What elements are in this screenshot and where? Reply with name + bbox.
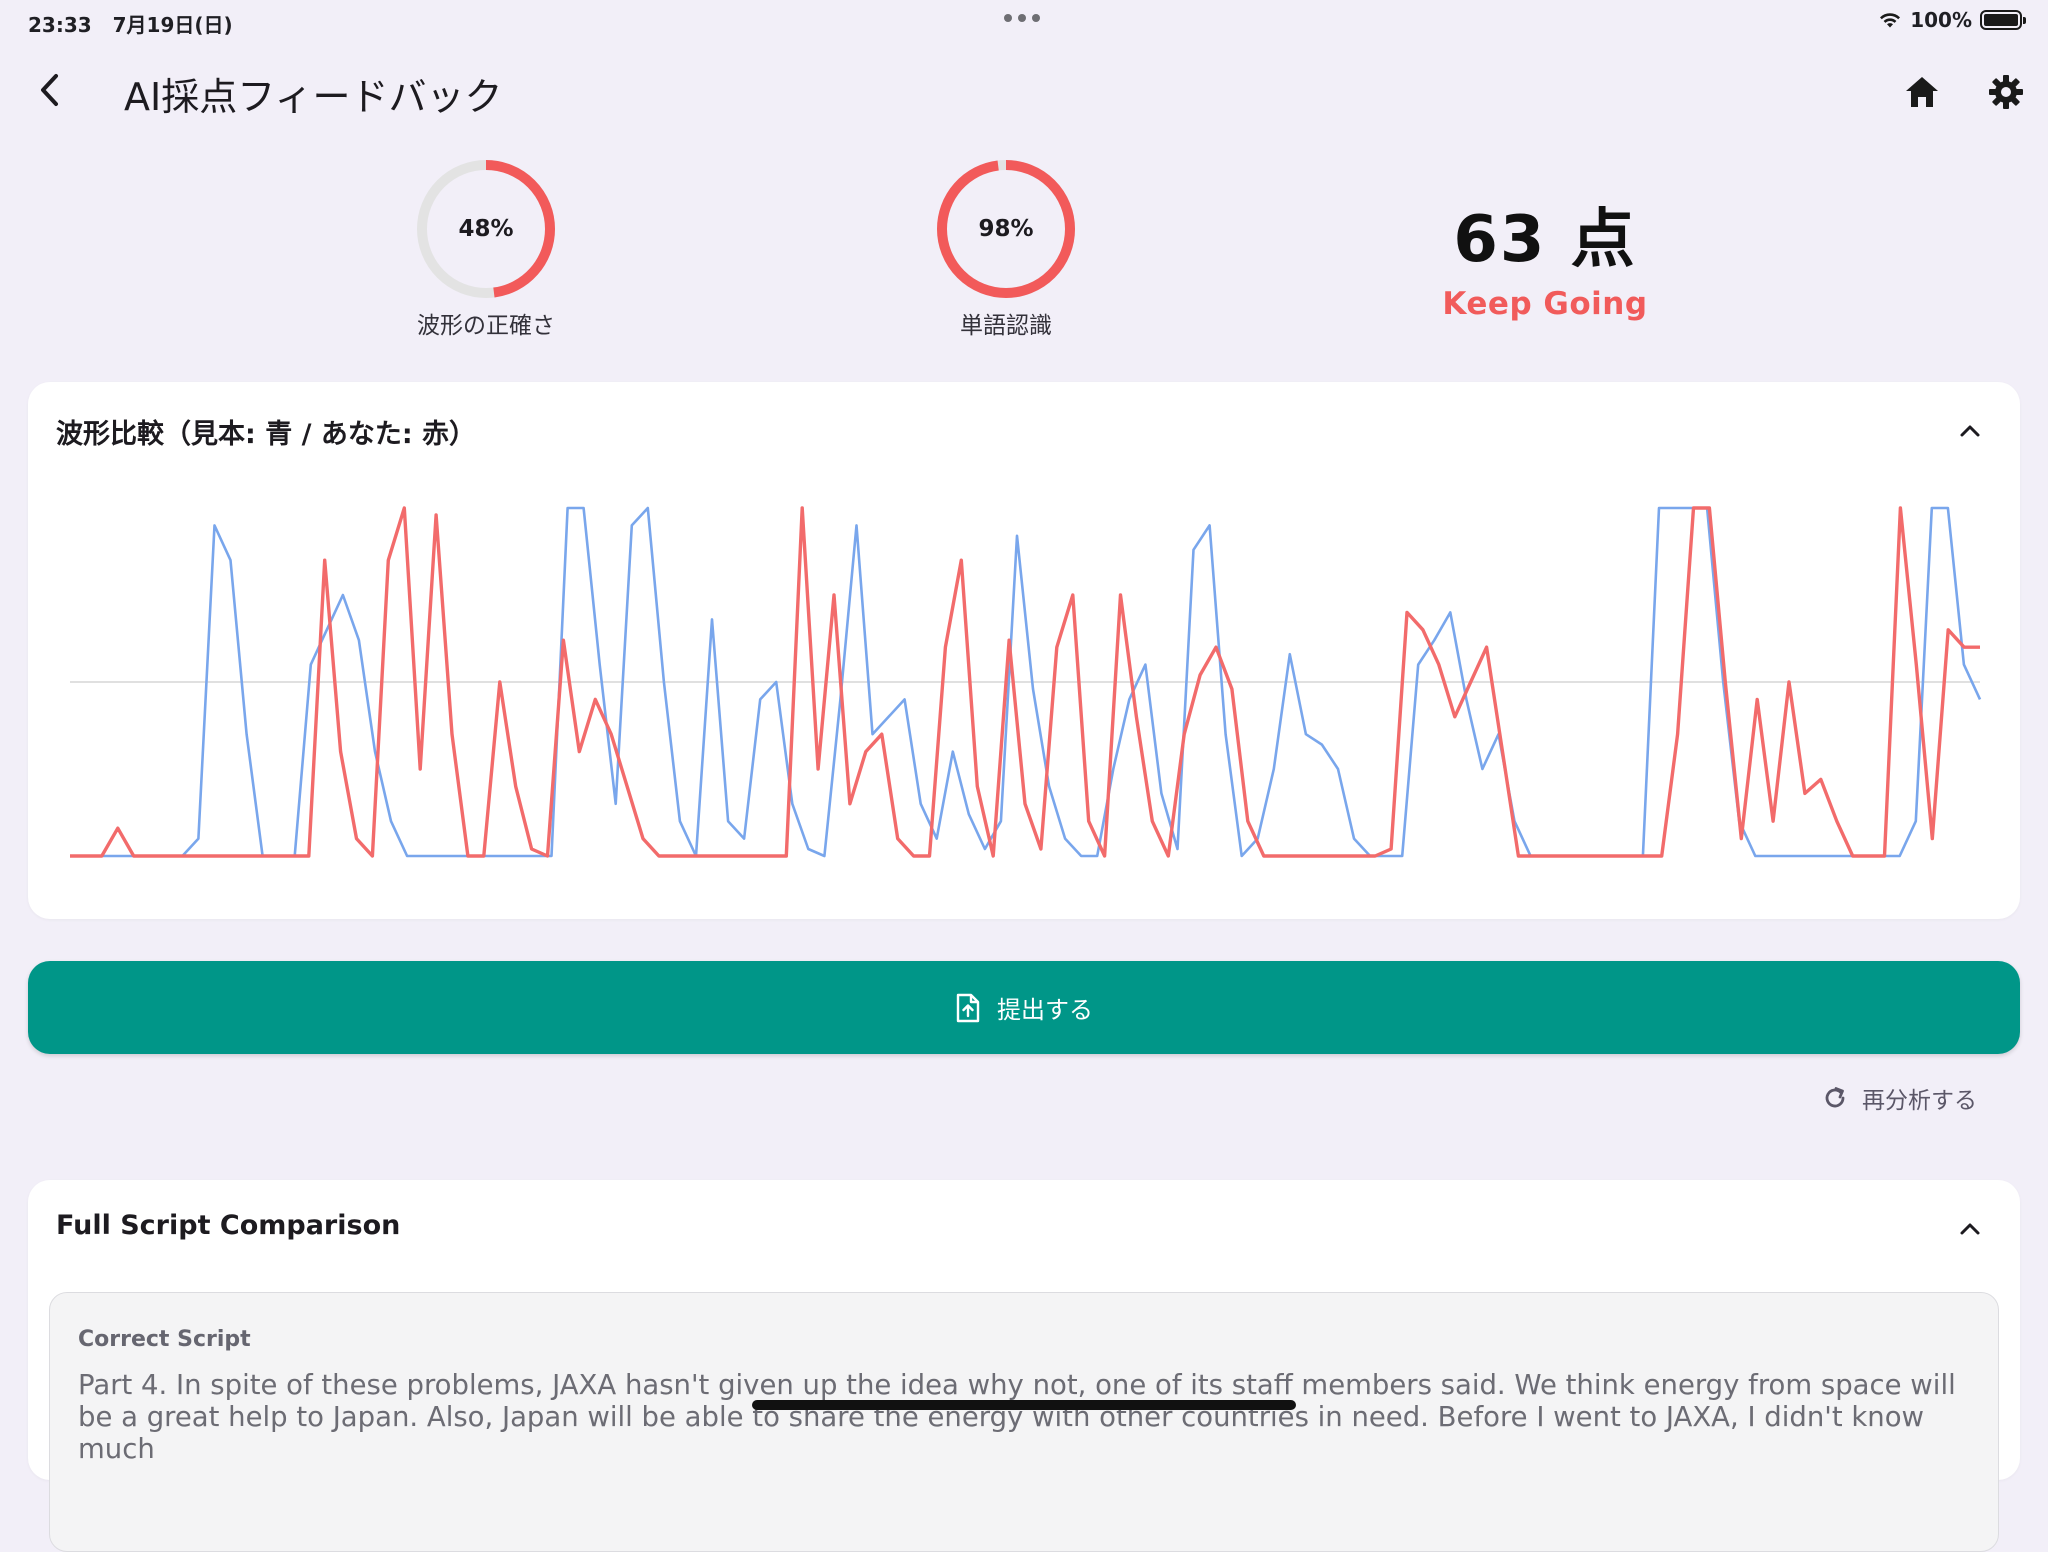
home-icon <box>1906 77 1938 107</box>
submit-button[interactable]: 提出する <box>28 961 2020 1054</box>
page-title: AI採点フィードバック <box>124 75 503 119</box>
correct-script-text: Part 4. In spite of these problems, JAXA… <box>78 1369 1956 1465</box>
status-clock: 23:33 <box>28 13 92 37</box>
score-status: Keep Going <box>1442 286 1648 322</box>
waveform-card: 波形比較（見本: 青 / あなた: 赤） <box>28 382 2020 919</box>
home-button[interactable] <box>1898 68 1946 116</box>
correct-script-box: Correct Script Part 4. In spite of these… <box>49 1292 1999 1552</box>
score-metric: 63 点 Keep Going <box>1420 188 1670 322</box>
multitask-dots-icon[interactable] <box>1004 14 1040 22</box>
file-upload-icon <box>956 993 980 1022</box>
reanalyze-button[interactable]: 再分析する <box>1822 1078 1977 1118</box>
correct-script-label: Correct Script <box>78 1327 251 1352</box>
status-time: 23:33 7月19日(日) <box>28 9 233 38</box>
reanalyze-label: 再分析する <box>1862 1088 1977 1114</box>
score-value: 63 点 <box>1453 203 1637 277</box>
wifi-icon <box>1880 13 1901 28</box>
waveform-accuracy-value: 48% <box>458 216 514 242</box>
back-button[interactable] <box>28 68 72 112</box>
settings-button[interactable] <box>1982 68 2030 116</box>
submit-label: 提出する <box>997 996 1093 1024</box>
word-recognition-metric: 98% 単語認識 <box>906 158 1106 340</box>
chevron-left-icon <box>41 74 58 106</box>
word-recognition-label: 単語認識 <box>960 313 1052 339</box>
word-recognition-ring: 98% <box>935 158 1077 300</box>
script-comparison-card: Full Script Comparison Correct Script Pa… <box>28 1180 2020 1552</box>
home-indicator <box>752 1400 1296 1410</box>
gear-icon <box>1989 75 2023 109</box>
script-card-title: Full Script Comparison <box>56 1210 401 1241</box>
status-right: 100% <box>1878 8 2026 32</box>
status-date: 7月19日(日) <box>112 13 233 37</box>
word-recognition-value: 98% <box>978 216 1034 242</box>
waveform-accuracy-metric: 48% 波形の正確さ <box>386 158 586 340</box>
script-collapse-button[interactable] <box>1950 1208 1990 1248</box>
chevron-up-icon <box>1960 1223 1980 1235</box>
waveform-accuracy-label: 波形の正確さ <box>417 313 555 339</box>
battery-percent: 100% <box>1910 8 1972 32</box>
refresh-icon <box>1825 1087 1845 1108</box>
status-bar: 23:33 7月19日(日) 100% <box>0 0 2048 42</box>
battery-icon <box>1980 10 2026 30</box>
waveform-chart <box>70 506 1982 858</box>
app-bar: AI採点フィードバック <box>0 50 2048 130</box>
waveform-accuracy-ring: 48% <box>415 158 557 300</box>
